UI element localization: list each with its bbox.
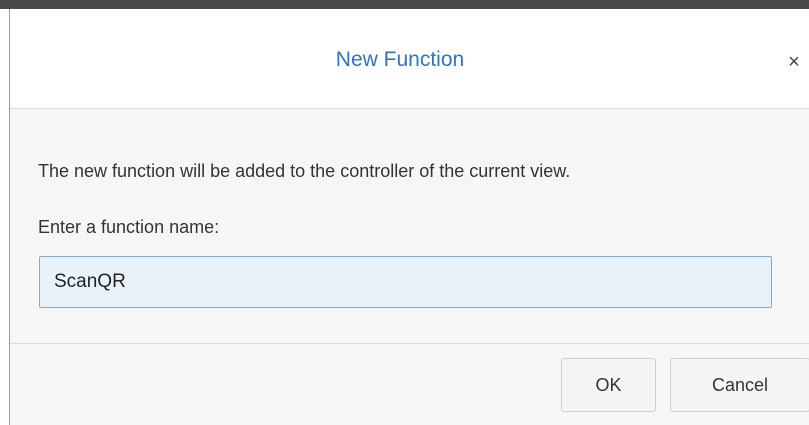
cancel-button[interactable]: Cancel bbox=[670, 358, 809, 412]
function-name-label: Enter a function name: bbox=[38, 217, 220, 237]
dialog-footer: OK Cancel bbox=[10, 344, 809, 425]
dialog-content: The new function will be added to the co… bbox=[10, 108, 809, 344]
dialog-description: The new function will be added to the co… bbox=[38, 161, 571, 181]
ok-button[interactable]: OK bbox=[561, 358, 656, 412]
function-name-input[interactable] bbox=[39, 256, 772, 308]
dialog-title: New Function bbox=[335, 48, 465, 71]
window-top-edge bbox=[0, 0, 809, 9]
dialog-header: New Function × bbox=[10, 9, 809, 108]
close-icon[interactable]: × bbox=[782, 50, 806, 74]
new-function-dialog: New Function × The new function will be … bbox=[9, 9, 809, 425]
